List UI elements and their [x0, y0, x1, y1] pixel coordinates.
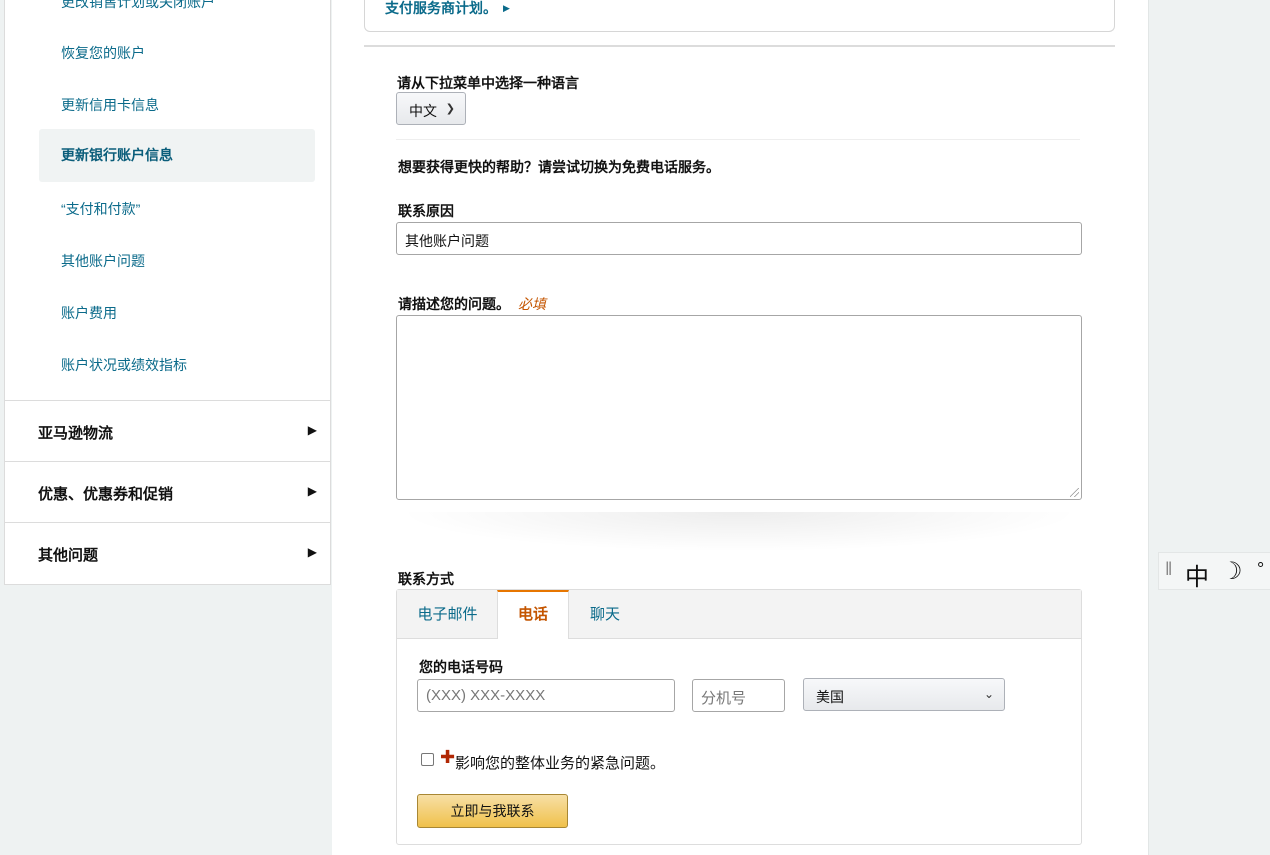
sidebar-item-restore-account[interactable]: 恢复您的账户 [61, 43, 145, 63]
resize-handle-icon[interactable] [1070, 488, 1079, 497]
tab-email[interactable]: 电子邮件 [397, 590, 498, 638]
language-select[interactable]: 中文 ❯ [396, 92, 466, 125]
extension-placeholder: 分机号 [701, 690, 747, 707]
help-text: 想要获得更快的帮助？请尝试切换为免费电话服务。 [398, 159, 720, 175]
sidebar-item-account-fees[interactable]: 账户费用 [61, 303, 117, 323]
ime-mode-indicator[interactable]: 中 [1185, 557, 1209, 592]
expand-arrow-icon: ▶ [307, 484, 317, 498]
chevron-down-icon: ⌄ [983, 687, 994, 701]
divider [364, 45, 1115, 47]
sidebar-section-other[interactable]: 其他问题 ▶ [5, 522, 331, 583]
link-text: 支付服务商计划。 [385, 0, 497, 16]
expand-arrow-icon: ▶ [307, 423, 317, 437]
sidebar: 更改销售计划或关闭账户 恢复您的账户 更新信用卡信息 更新银行账户信息 “支付和… [4, 0, 331, 585]
phone-placeholder: (XXX) XXX-XXXX [426, 687, 546, 704]
urgent-label: 影响您的整体业务的紧急问题。 [455, 755, 666, 772]
divider [396, 139, 1080, 140]
reason-value: 其他账户问题 [405, 233, 489, 249]
sidebar-item-other-account[interactable]: 其他账户问题 [61, 251, 145, 271]
moon-icon[interactable]: ☽ [1221, 557, 1243, 586]
info-box: 支付服务商计划。 ▶ [364, 0, 1115, 32]
contact-tabs: 电子邮件 电话 聊天 [397, 590, 1081, 639]
section-label: 优惠、优惠券和促销 [38, 486, 174, 503]
drag-handle-icon[interactable]: ‖ [1165, 559, 1172, 580]
tab-chat[interactable]: 聊天 [569, 590, 641, 638]
reason-field: 其他账户问题 [396, 222, 1082, 255]
red-cross-icon: ✚ [440, 747, 456, 767]
sidebar-item-change-plan[interactable]: 更改销售计划或关闭账户 [61, 0, 215, 12]
sidebar-section-promotions[interactable]: 优惠、优惠券和促销 ▶ [5, 461, 331, 522]
sidebar-section-fba[interactable]: 亚马逊物流 ▶ [5, 400, 331, 461]
right-margin [1148, 0, 1270, 855]
description-textarea[interactable] [396, 315, 1082, 500]
expand-arrow-icon: ▶ [307, 545, 317, 559]
sidebar-item-update-bank-account[interactable]: 更新银行账户信息 [39, 129, 315, 182]
urgent-checkbox[interactable] [421, 753, 434, 766]
tab-phone[interactable]: 电话 [497, 590, 569, 639]
language-selected: 中文 [409, 103, 437, 119]
country-select[interactable]: 美国 ⌄ [803, 678, 1005, 711]
punctuation-icon[interactable]: ° [1257, 559, 1264, 580]
contact-panel: 电子邮件 电话 聊天 您的电话号码 (XXX) XXX-XXXX 分机号 美国 … [396, 589, 1082, 845]
phone-number-label: 您的电话号码 [419, 659, 503, 675]
chevron-down-icon: ❯ [445, 103, 455, 115]
sidebar-item-payments[interactable]: “支付和付款” [61, 199, 140, 219]
contact-method-label: 联系方式 [398, 571, 454, 587]
language-label: 请从下拉菜单中选择一种语言 [397, 75, 579, 91]
sidebar-item-update-credit-card[interactable]: 更新信用卡信息 [61, 95, 159, 115]
country-selected: 美国 [816, 689, 844, 705]
description-label-text: 请描述您的问题。 [398, 296, 510, 312]
section-label: 亚马逊物流 [38, 425, 114, 442]
section-label: 其他问题 [38, 547, 99, 564]
ime-toolbar[interactable]: ‖ 中 ☽ ° [1158, 552, 1270, 592]
caret-right-icon: ▶ [503, 3, 510, 13]
payment-provider-link[interactable]: 支付服务商计划。 ▶ [385, 0, 510, 18]
phone-input[interactable]: (XXX) XXX-XXXX [417, 679, 675, 712]
required-marker: 必填 [518, 296, 546, 312]
section-shadow [396, 512, 1082, 552]
call-me-button[interactable]: 立即与我联系 [417, 794, 568, 828]
reason-label: 联系原因 [398, 203, 454, 219]
sidebar-item-account-health[interactable]: 账户状况或绩效指标 [61, 355, 187, 375]
description-label: 请描述您的问题。 必填 [398, 294, 546, 314]
extension-input[interactable]: 分机号 [692, 679, 785, 712]
